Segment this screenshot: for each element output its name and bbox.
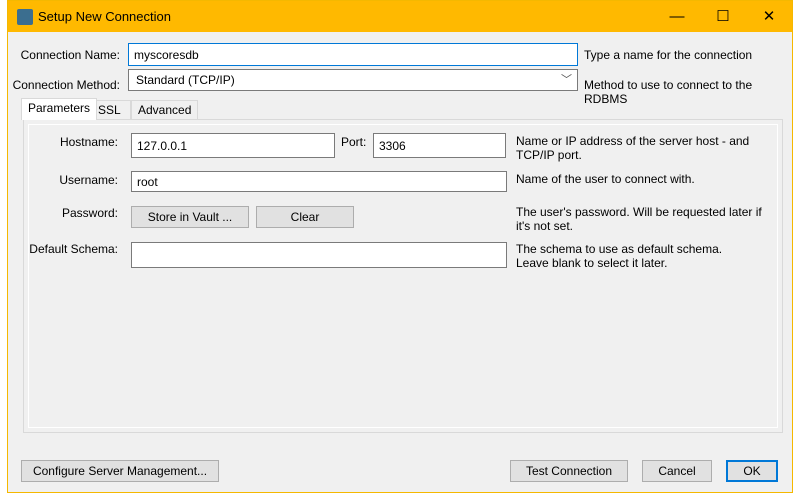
maximize-button[interactable]: ☐ (700, 5, 746, 29)
port-input[interactable]: 3306 (373, 133, 506, 158)
clear-password-button[interactable]: Clear (256, 206, 354, 228)
username-input[interactable]: root (131, 171, 507, 192)
chevron-down-icon: ﹀ (561, 74, 572, 86)
tab-parameters[interactable]: Parameters (21, 98, 98, 120)
default-schema-input[interactable] (131, 242, 507, 268)
setup-connection-dialog: Setup New Connection — ☐ ✕ Connection Na… (7, 0, 793, 493)
hostname-label: Hostname: (59, 135, 118, 149)
default-schema-hint: The schema to use as default schema. Lea… (516, 242, 723, 270)
connection-name-hint: Type a name for the connection (584, 48, 753, 62)
test-connection-button[interactable]: Test Connection (510, 460, 628, 482)
tab-advanced[interactable]: Advanced (131, 100, 199, 120)
default-schema-label: Default Schema: (29, 242, 118, 256)
connection-method-value: Standard (TCP/IP) (136, 73, 235, 87)
connection-method-select[interactable]: Standard (TCP/IP) ﹀ (128, 69, 578, 91)
connection-name-input[interactable]: myscoresdb (128, 43, 578, 66)
connection-name-label: Connection Name: (20, 48, 120, 62)
username-label: Username: (59, 173, 118, 187)
window-title: Setup New Connection (38, 9, 171, 24)
configure-server-management-button[interactable]: Configure Server Management... (21, 460, 219, 482)
password-hint: The user's password. Will be requested l… (516, 205, 762, 233)
username-hint: Name of the user to connect with. (516, 172, 695, 186)
ok-button[interactable]: OK (726, 460, 778, 482)
store-in-vault-button[interactable]: Store in Vault ... (131, 206, 249, 228)
mysql-workbench-icon (17, 9, 33, 25)
cancel-button[interactable]: Cancel (642, 460, 712, 482)
hostname-input[interactable]: 127.0.0.1 (131, 133, 335, 158)
password-label: Password: (61, 206, 118, 220)
title-bar: Setup New Connection — ☐ ✕ (8, 1, 792, 32)
port-label: Port: (341, 135, 367, 149)
connection-method-label: Connection Method: (12, 78, 120, 92)
close-button[interactable]: ✕ (746, 5, 792, 29)
minimize-button[interactable]: — (654, 5, 700, 29)
parameters-panel (23, 119, 783, 433)
hostname-hint: Name or IP address of the server host - … (516, 134, 750, 162)
connection-method-hint: Method to use to connect to the RDBMS (584, 78, 753, 106)
